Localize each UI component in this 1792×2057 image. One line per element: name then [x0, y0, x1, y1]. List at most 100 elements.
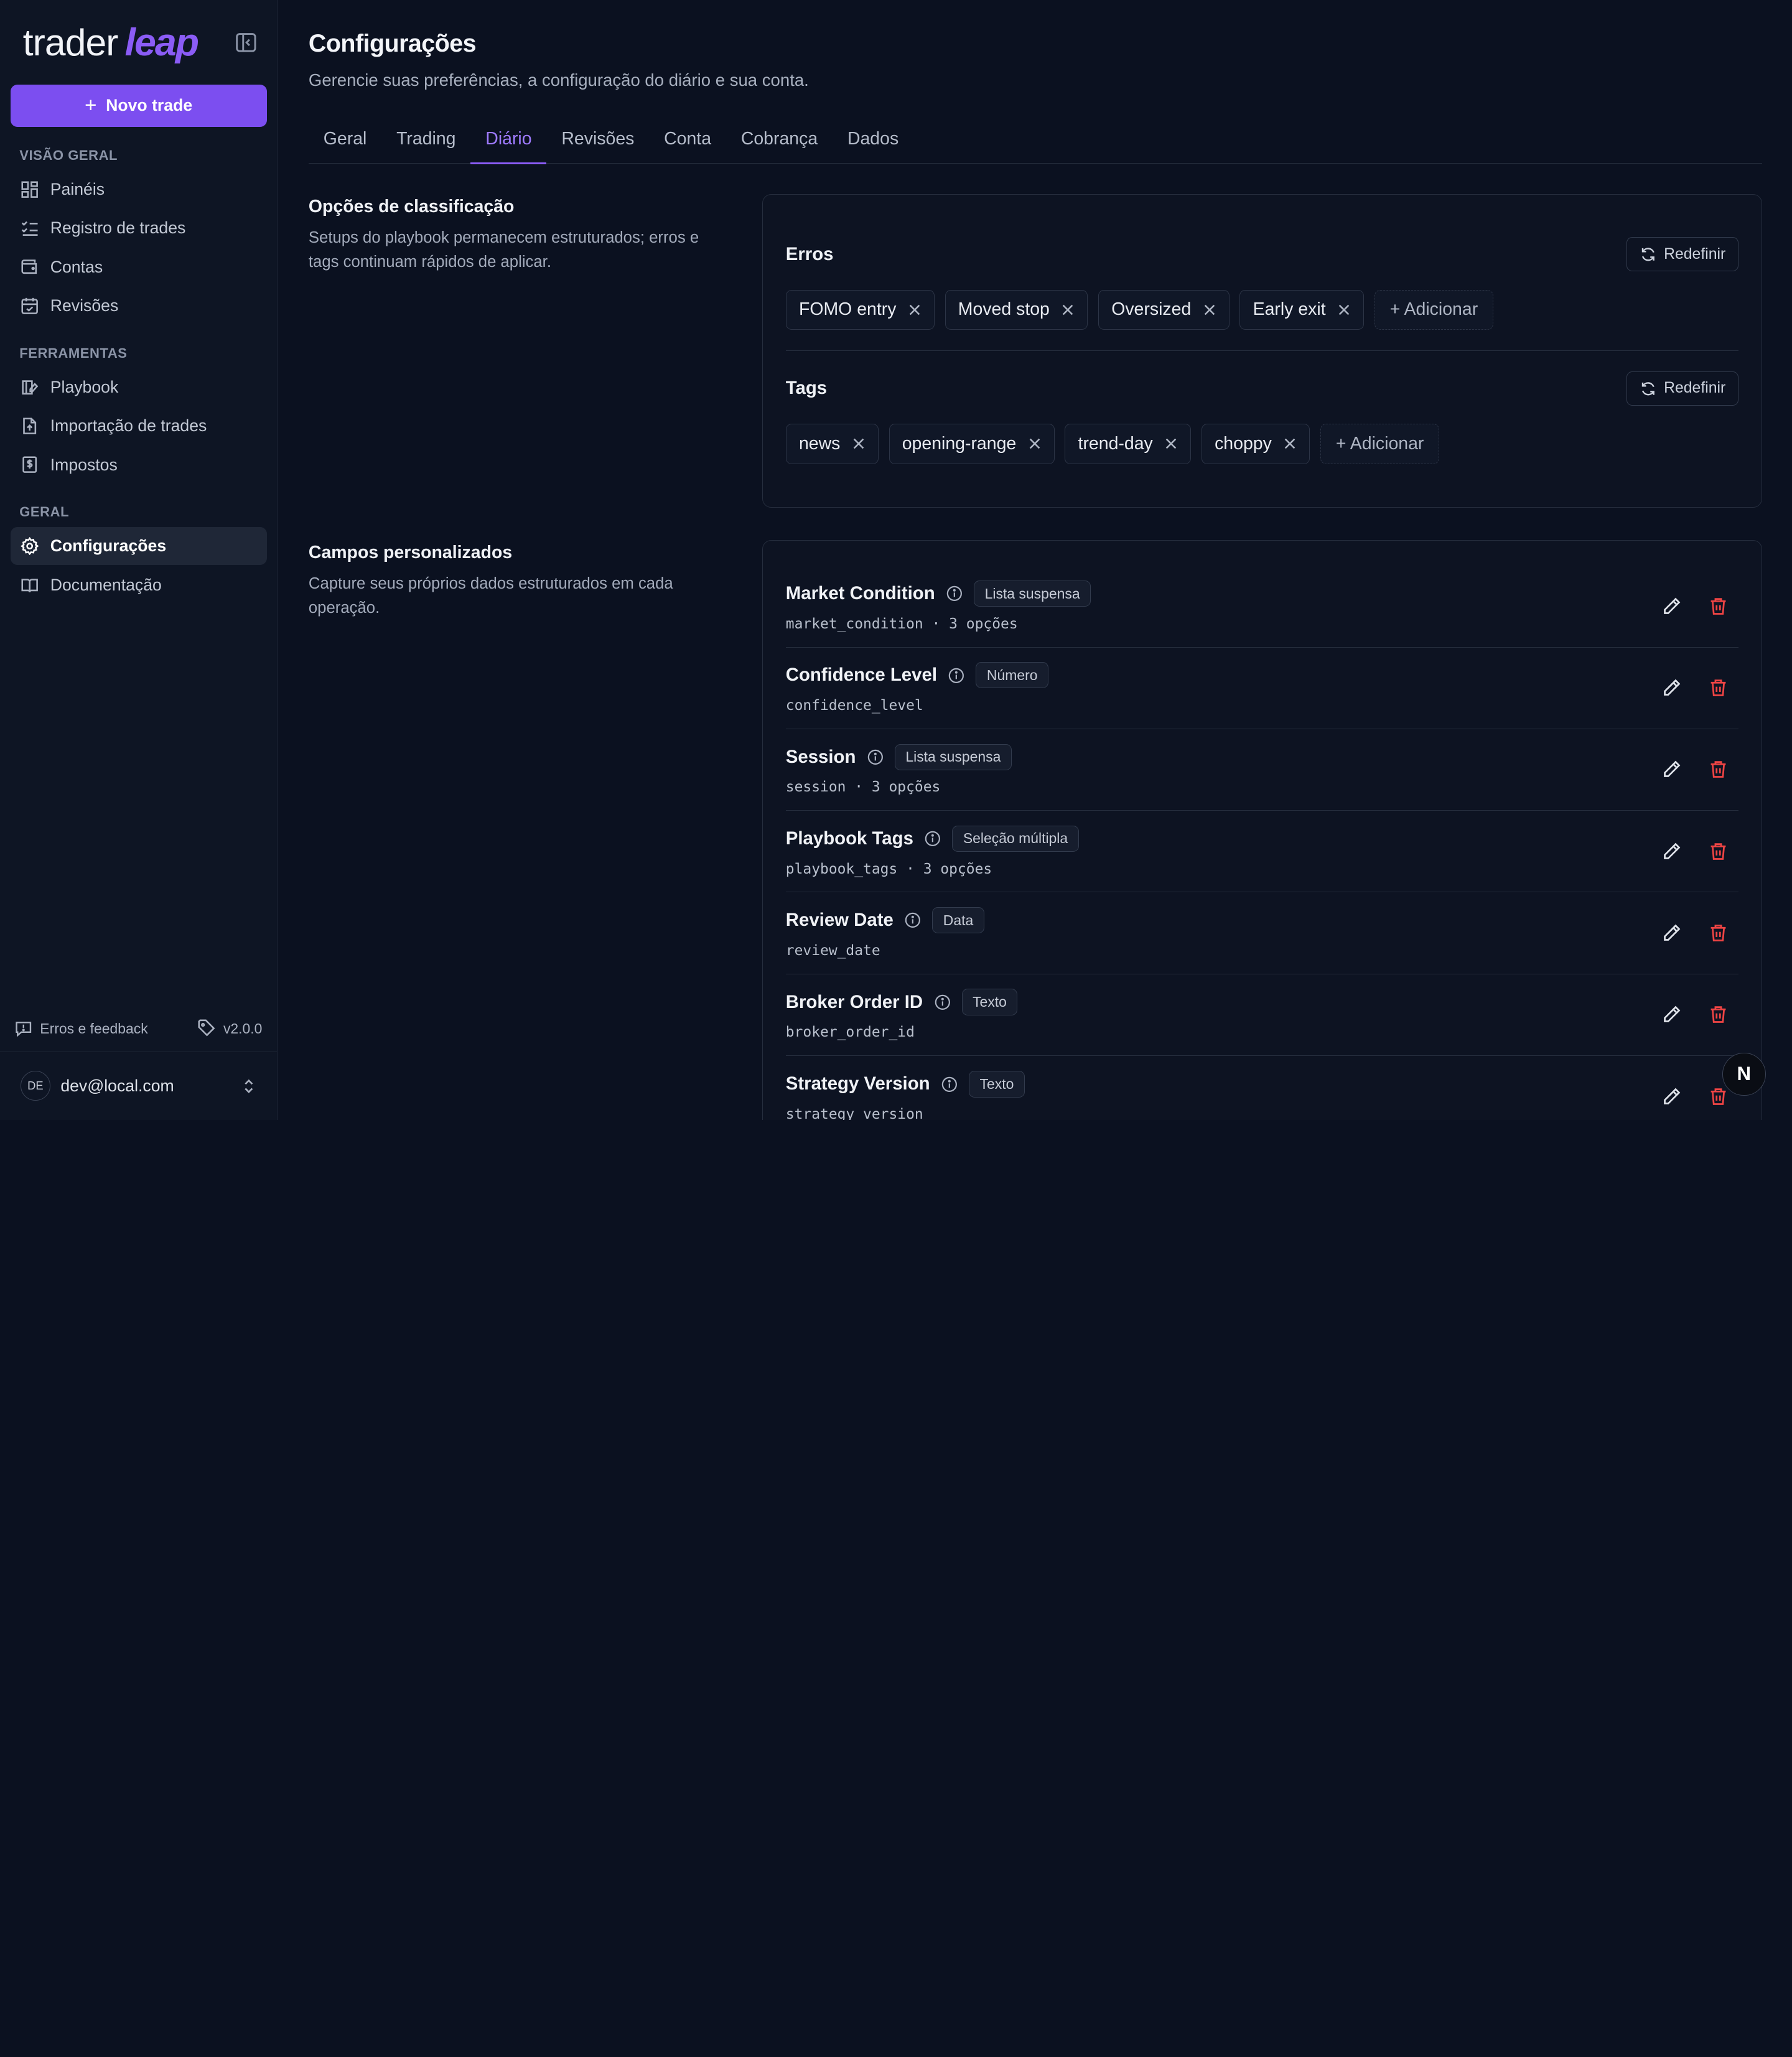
sidebar-footer: Erros e feedback v2.0.0 [0, 1005, 277, 1051]
add-error-button[interactable]: + Adicionar [1374, 289, 1494, 330]
trash-icon[interactable] [1708, 1086, 1729, 1107]
chip: opening-range [889, 424, 1055, 464]
custom-field-row: Market Condition Lista suspensa market_c… [785, 566, 1739, 648]
custom-field-row: Strategy Version Texto strategy_version [786, 1056, 1739, 1120]
pencil-icon[interactable] [1661, 596, 1682, 617]
wallet-icon [21, 258, 39, 276]
nav-heading: GERAL [19, 504, 70, 520]
tab-cobranca[interactable]: Cobrança [726, 115, 833, 163]
receipt-dollar-icon [21, 455, 39, 473]
tab-revisoes[interactable]: Revisões [546, 115, 649, 163]
info-icon[interactable] [941, 1076, 958, 1093]
close-icon[interactable] [1283, 437, 1297, 450]
version-label: v2.0.0 [223, 1020, 263, 1037]
page-title: Configurações [308, 29, 477, 57]
sidebar-item-paineis[interactable]: Painéis [11, 170, 267, 208]
sidebar-item-revisoes[interactable]: Revisões [11, 287, 267, 325]
sidebar-item-label: Importação de trades [50, 416, 207, 436]
close-icon[interactable] [1337, 303, 1351, 317]
reset-tags-button[interactable]: Redefinir [1626, 371, 1739, 406]
sidebar-item-playbook[interactable]: Playbook [11, 368, 267, 406]
chip: Moved stop [945, 289, 1088, 330]
book-open-icon [21, 576, 39, 594]
sidebar-item-label: Impostos [50, 455, 118, 474]
pencil-icon[interactable] [1661, 1086, 1682, 1107]
version-link[interactable]: v2.0.0 [197, 1019, 263, 1037]
field-name: Strategy Version [785, 1073, 930, 1094]
field-name: Confidence Level [785, 665, 937, 686]
sidebar-item-impostos[interactable]: Impostos [11, 446, 267, 484]
close-icon[interactable] [1061, 303, 1075, 317]
field-name: Broker Order ID [785, 991, 923, 1012]
feedback-label: Erros e feedback [40, 1020, 148, 1037]
trash-icon[interactable] [1708, 1004, 1729, 1025]
field-type-badge: Data [932, 907, 984, 934]
close-icon[interactable] [1028, 437, 1042, 450]
feedback-link[interactable]: Erros e feedback [15, 1020, 148, 1037]
trash-icon[interactable] [1708, 841, 1729, 862]
pencil-icon[interactable] [1661, 841, 1682, 862]
tab-conta[interactable]: Conta [649, 115, 726, 163]
sidebar-item-label: Painéis [50, 179, 105, 198]
info-icon[interactable] [935, 994, 951, 1010]
custom-fields-section: Campos personalizados Capture seus própr… [308, 539, 1763, 1120]
close-icon[interactable] [1203, 303, 1216, 317]
tags-chips: news opening-range trend-day choppy + Ad… [785, 424, 1739, 507]
brand-logo[interactable]: trader leap [0, 0, 277, 85]
chip-label: trend-day [1078, 433, 1153, 454]
chip: news [785, 424, 879, 464]
reset-errors-button[interactable]: Redefinir [1626, 237, 1739, 272]
user-menu[interactable]: DE dev@local.com [0, 1051, 278, 1120]
chip-label: opening-range [902, 433, 1017, 454]
section-description: Capture seus próprios dados estruturados… [308, 575, 673, 617]
pencil-icon[interactable] [1661, 759, 1682, 780]
sidebar-item-registro[interactable]: Registro de trades [11, 209, 267, 247]
info-icon[interactable] [946, 585, 963, 602]
custom-field-row: Review Date Data review_date [785, 892, 1739, 974]
info-icon[interactable] [867, 749, 884, 765]
field-key: session · 3 opções [785, 779, 941, 796]
app-root: trader leap + Novo trade VISÃO GERAL Pai… [0, 0, 1792, 1120]
chip-label: choppy [1215, 433, 1272, 454]
sidebar-item-documentacao[interactable]: Documentação [11, 566, 267, 604]
chip: FOMO entry [785, 289, 935, 330]
sidebar-collapse-icon[interactable] [235, 31, 258, 54]
close-icon[interactable] [908, 303, 922, 317]
close-icon[interactable] [1164, 437, 1178, 450]
tab-dados[interactable]: Dados [833, 115, 913, 163]
tab-geral[interactable]: Geral [309, 115, 381, 163]
tab-diario[interactable]: Diário [470, 115, 548, 165]
field-key: strategy_version [785, 1106, 923, 1120]
custom-field-row: Playbook Tags Seleção múltipla playbook_… [785, 811, 1739, 893]
close-icon[interactable] [852, 437, 866, 450]
chip-label: Moved stop [958, 299, 1050, 320]
refresh-icon [1641, 381, 1654, 395]
file-upload-icon [21, 417, 39, 435]
trash-icon[interactable] [1708, 923, 1729, 943]
sidebar-item-configuracoes[interactable]: Configurações [10, 527, 267, 566]
message-alert-icon [16, 1022, 32, 1037]
nav-heading: FERRAMENTAS [19, 345, 128, 361]
trash-icon[interactable] [1708, 759, 1729, 780]
floating-n-button[interactable]: N [1722, 1052, 1766, 1096]
field-name: Playbook Tags [785, 828, 913, 849]
field-key: review_date [785, 943, 880, 959]
tag-icon [198, 1019, 215, 1037]
pencil-icon[interactable] [1661, 1004, 1682, 1025]
trash-icon[interactable] [1708, 596, 1729, 617]
info-icon[interactable] [905, 912, 921, 928]
chip-label: Oversized [1111, 299, 1192, 320]
sidebar-item-importacao[interactable]: Importação de trades [11, 407, 267, 445]
info-icon[interactable] [925, 831, 941, 847]
tab-trading[interactable]: Trading [381, 115, 470, 163]
add-tag-button[interactable]: + Adicionar [1320, 424, 1440, 464]
trash-icon[interactable] [1708, 678, 1729, 698]
field-type-badge: Texto [961, 989, 1018, 1015]
errors-group: Erros Redefinir FOMO entry Moved stop Ov… [785, 195, 1739, 350]
tags-group: Tags Redefinir news opening-range trend-… [785, 350, 1739, 508]
pencil-icon[interactable] [1661, 678, 1682, 698]
pencil-icon[interactable] [1661, 923, 1682, 943]
info-icon[interactable] [948, 668, 964, 684]
sidebar-item-contas[interactable]: Contas [11, 248, 267, 286]
new-trade-button[interactable]: + Novo trade [10, 84, 267, 127]
